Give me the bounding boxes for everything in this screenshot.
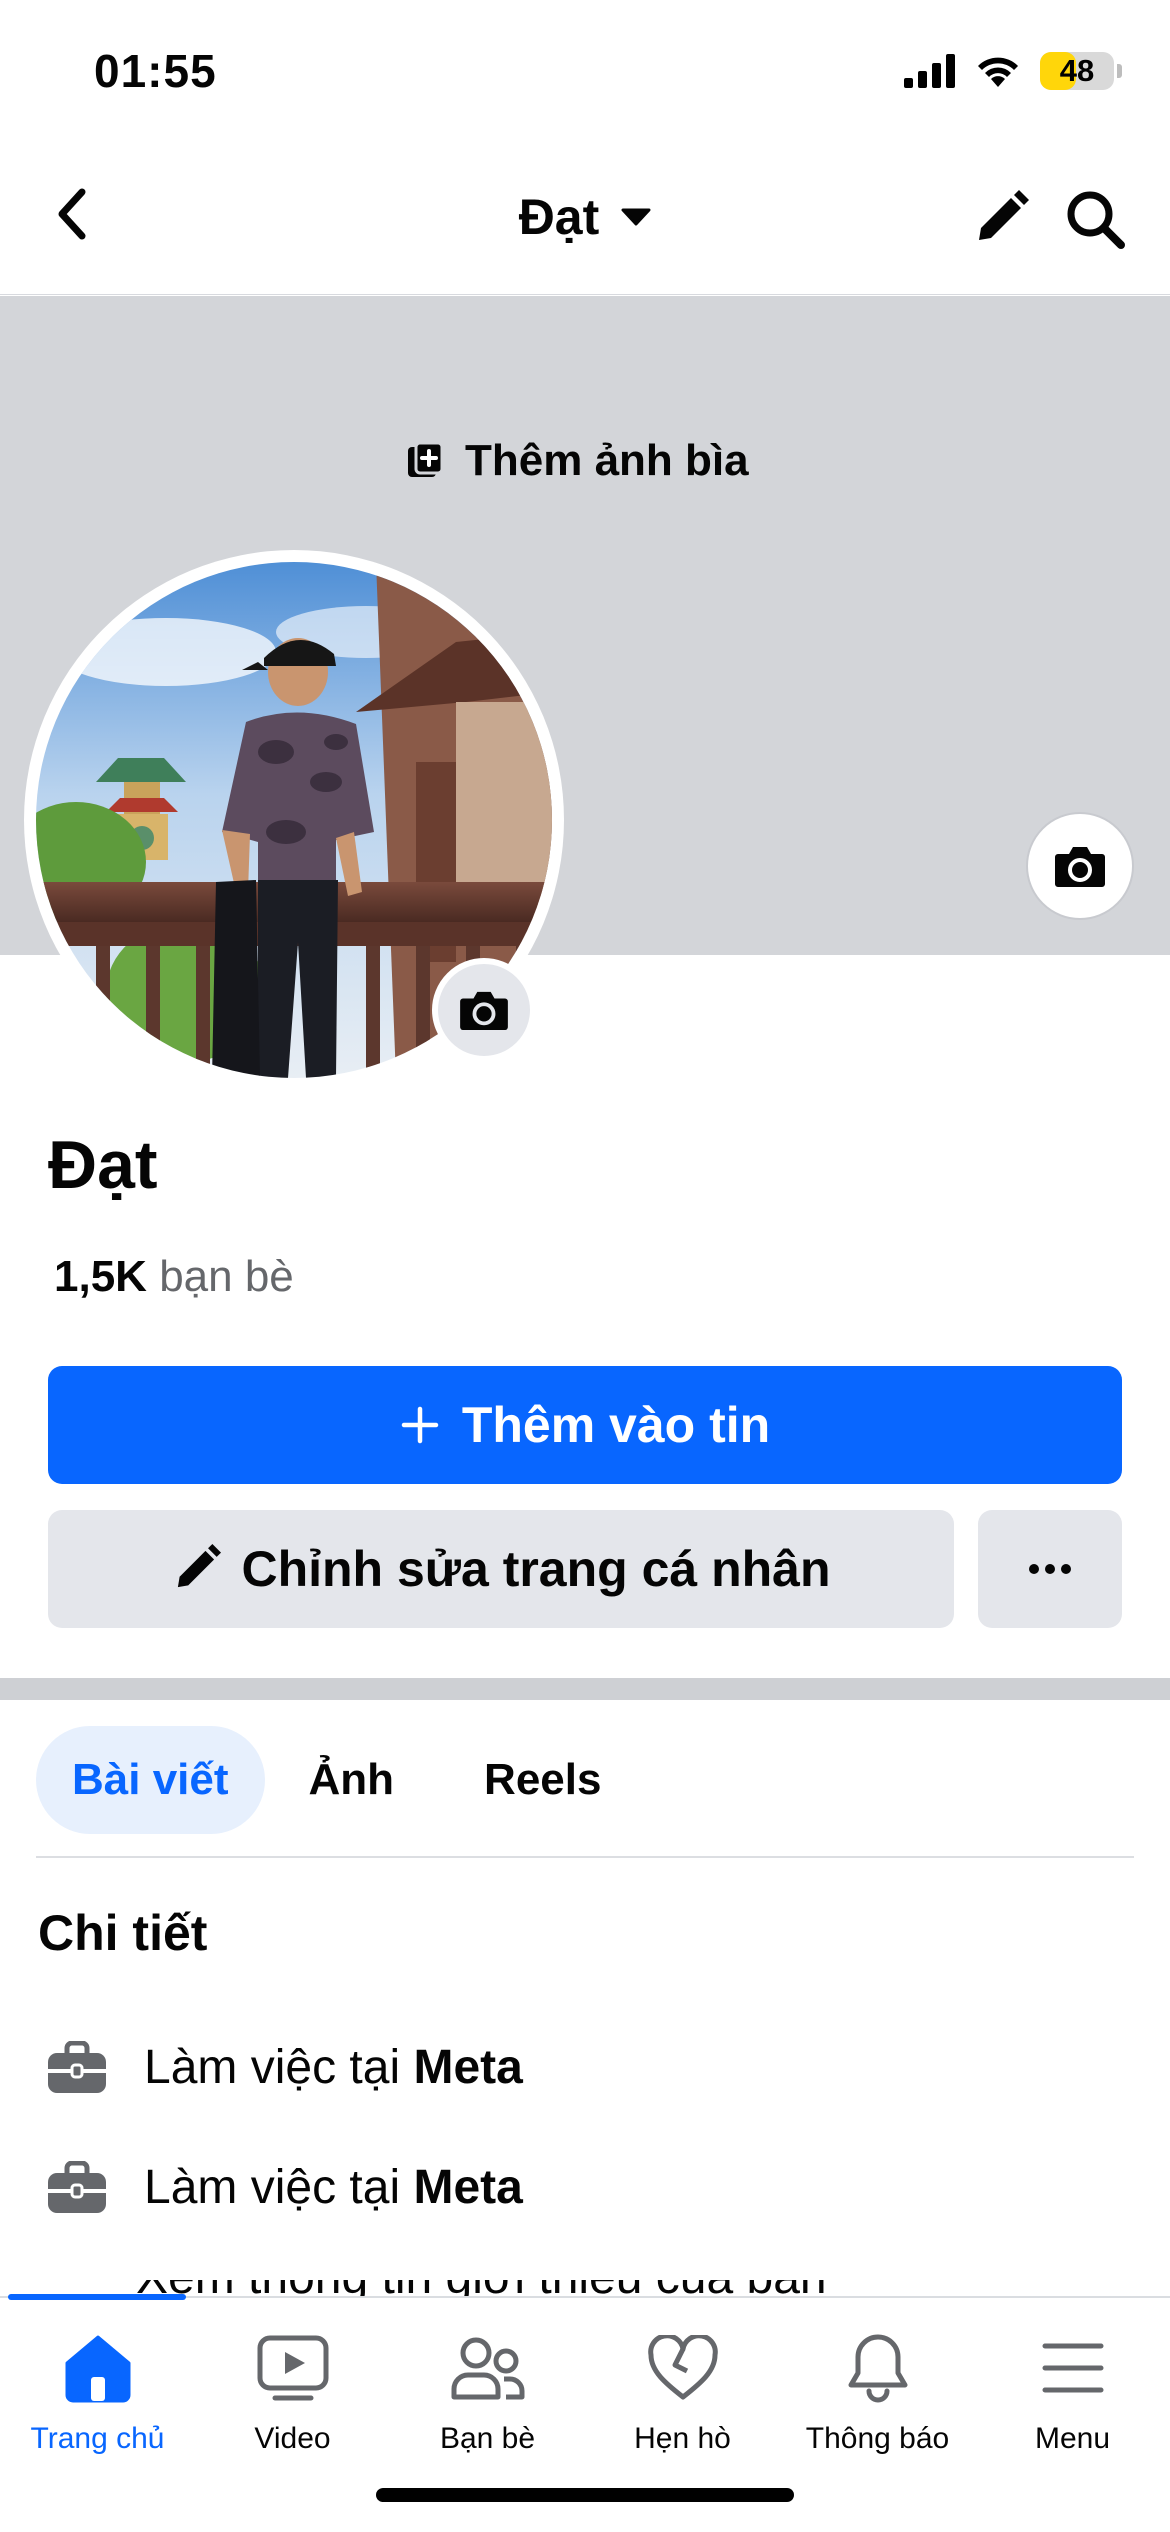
nav-label-video: Video: [254, 2422, 331, 2455]
section-divider: [0, 1678, 1170, 1700]
add-to-story-label: Thêm vào tin: [461, 1397, 771, 1453]
tab-posts[interactable]: Bài viết: [36, 1726, 265, 1834]
status-icons: 48: [904, 52, 1122, 90]
briefcase-icon: [48, 2160, 106, 2213]
workplace-name: Meta: [413, 2041, 523, 2094]
search-button[interactable]: [1060, 184, 1130, 254]
friends-count-value: 1,5K: [54, 1252, 147, 1301]
tabs-divider: [36, 1856, 1134, 1858]
active-tab-indicator: [8, 2294, 186, 2300]
detail-item-text: Làm việc tại Meta: [144, 2161, 523, 2214]
header-title: Đạt: [518, 189, 600, 245]
add-cover-photo-button[interactable]: Thêm ảnh bìa: [405, 436, 749, 486]
home-indicator: [376, 2488, 794, 2502]
friends-icon: [451, 2337, 524, 2400]
dating-heart-icon: [647, 2335, 718, 2400]
status-bar: 01:55 48: [0, 0, 1170, 150]
add-cover-label: Thêm ảnh bìa: [465, 436, 749, 485]
nav-item-dating[interactable]: Hẹn hò: [585, 2328, 780, 2456]
edit-profile-button[interactable]: Chỉnh sửa trang cá nhân: [48, 1510, 954, 1628]
status-time: 01:55: [94, 45, 217, 97]
add-photo-icon: [408, 441, 444, 477]
detail-item-work[interactable]: Làm việc tại Meta: [46, 2040, 523, 2095]
video-icon: [257, 2335, 328, 2401]
add-to-story-button[interactable]: Thêm vào tin: [48, 1366, 1122, 1484]
edit-button[interactable]: [965, 184, 1035, 254]
more-options-button[interactable]: [978, 1510, 1122, 1628]
wifi-icon: [978, 57, 1018, 87]
pencil-icon: [979, 190, 1029, 240]
caret-down-icon: [621, 208, 651, 226]
nav-label-friends: Bạn bè: [439, 2422, 536, 2455]
more-dots-icon: [1029, 1564, 1071, 1574]
nav-item-video[interactable]: Video: [195, 2328, 390, 2456]
battery-level: 48: [1059, 53, 1095, 88]
nav-label-notifications: Thông báo: [805, 2422, 950, 2455]
nav-item-menu[interactable]: Menu: [975, 2328, 1170, 2456]
menu-icon: [1042, 2343, 1103, 2393]
home-icon: [65, 2335, 130, 2403]
profile-camera-button[interactable]: [432, 958, 536, 1062]
briefcase-icon: [48, 2040, 106, 2093]
nav-label-menu: Menu: [1034, 2422, 1111, 2455]
profile-name: Đạt: [48, 1127, 158, 1203]
friends-count-link[interactable]: 1,5K bạn bè: [54, 1252, 294, 1302]
edit-profile-label: Chỉnh sửa trang cá nhân: [241, 1541, 831, 1597]
detail-item-work[interactable]: Làm việc tại Meta: [46, 2160, 523, 2215]
search-icon: [1067, 191, 1125, 249]
tab-reels[interactable]: Reels: [448, 1726, 637, 1834]
workplace-name: Meta: [413, 2161, 523, 2214]
nav-item-home[interactable]: Trang chủ: [0, 2328, 195, 2456]
battery-icon: 48: [1040, 52, 1122, 90]
profile-tabs: Bài viết Ảnh Reels: [36, 1726, 637, 1834]
details-title: Chi tiết: [38, 1905, 208, 1961]
bell-icon: [848, 2334, 907, 2403]
profile-header: Đạt: [0, 150, 1170, 295]
camera-icon: [1055, 847, 1105, 887]
nav-label-dating: Hẹn hò: [634, 2422, 731, 2455]
camera-icon: [460, 991, 508, 1031]
nav-item-notifications[interactable]: Thông báo: [780, 2328, 975, 2456]
cellular-signal-icon: [904, 54, 955, 88]
tab-photos[interactable]: Ảnh: [273, 1726, 431, 1834]
plus-icon: [401, 1406, 439, 1444]
friends-count-label: bạn bè: [159, 1252, 294, 1301]
cover-camera-button[interactable]: [1026, 812, 1134, 920]
pencil-icon: [178, 1544, 222, 1588]
nav-item-friends[interactable]: Bạn bè: [390, 2328, 585, 2456]
nav-label-home: Trang chủ: [30, 2422, 165, 2455]
detail-item-text: Làm việc tại Meta: [144, 2041, 523, 2094]
